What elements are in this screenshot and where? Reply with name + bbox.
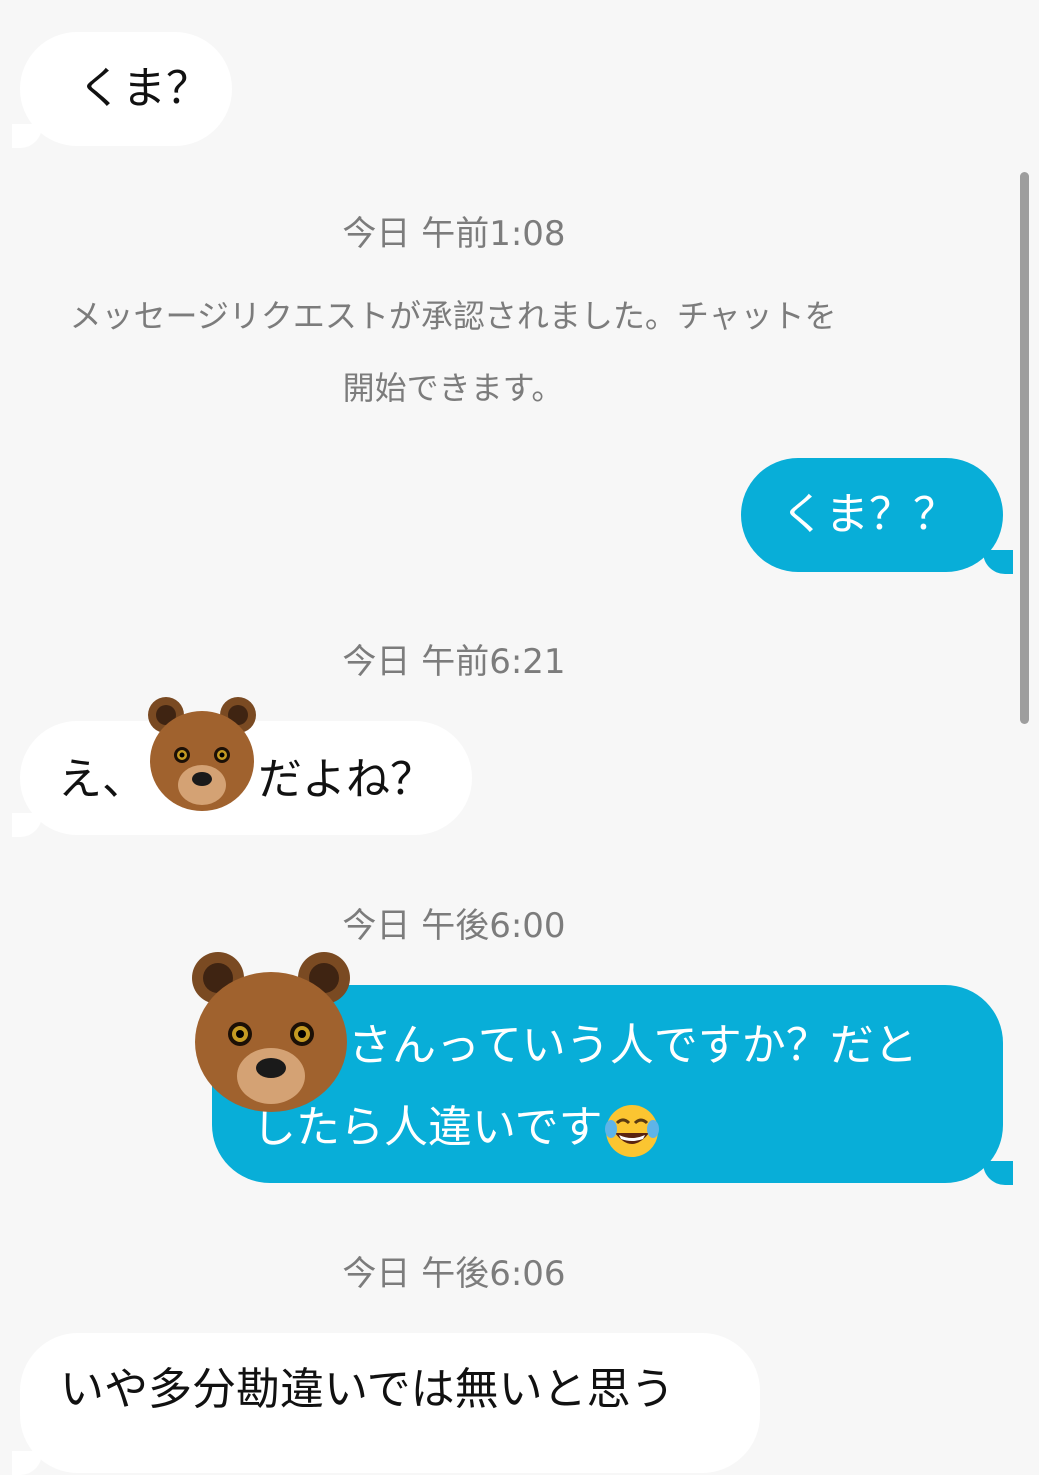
chat-thread: くま？ 今日 午前1:08 メッセージリクエストが承認されました。チャットを 開… <box>0 0 1039 1475</box>
message-text: さんっていう人ですか？だと <box>348 1020 918 1071</box>
timestamp: 今日 午前6:21 <box>342 642 566 682</box>
message-text: くま？？ <box>781 489 957 540</box>
system-notice-line: メッセージリクエストが承認されました。チャットを <box>69 297 837 335</box>
incoming-message-bubble[interactable]: くま？ <box>12 32 232 148</box>
message-text: くま？ <box>78 63 210 114</box>
message-line: さんっていう人ですか？だと <box>252 1005 1003 1087</box>
bear-icon <box>190 950 352 1114</box>
message-line: したら人違いです <box>252 1087 1003 1169</box>
laughing-tears-icon <box>603 1101 661 1159</box>
system-notice-line: 開始できます。 <box>342 369 564 407</box>
message-text: だよね？ <box>258 754 434 805</box>
timestamp: 今日 午前1:08 <box>342 214 566 254</box>
message-text: いや多分勘違いでは無いと思う <box>60 1364 675 1415</box>
outgoing-message-bubble[interactable]: くま？？ <box>741 458 1013 574</box>
timestamp: 今日 午後6:06 <box>342 1254 566 1294</box>
timestamp: 今日 午後6:00 <box>342 906 566 946</box>
scrollbar[interactable] <box>1020 172 1029 724</box>
incoming-message-bubble[interactable]: いや多分勘違いでは無いと思う <box>12 1333 760 1475</box>
message-text: え、 <box>58 754 146 805</box>
incoming-message-bubble[interactable]: え、 だよね？ <box>12 697 472 837</box>
bear-icon <box>146 697 258 825</box>
